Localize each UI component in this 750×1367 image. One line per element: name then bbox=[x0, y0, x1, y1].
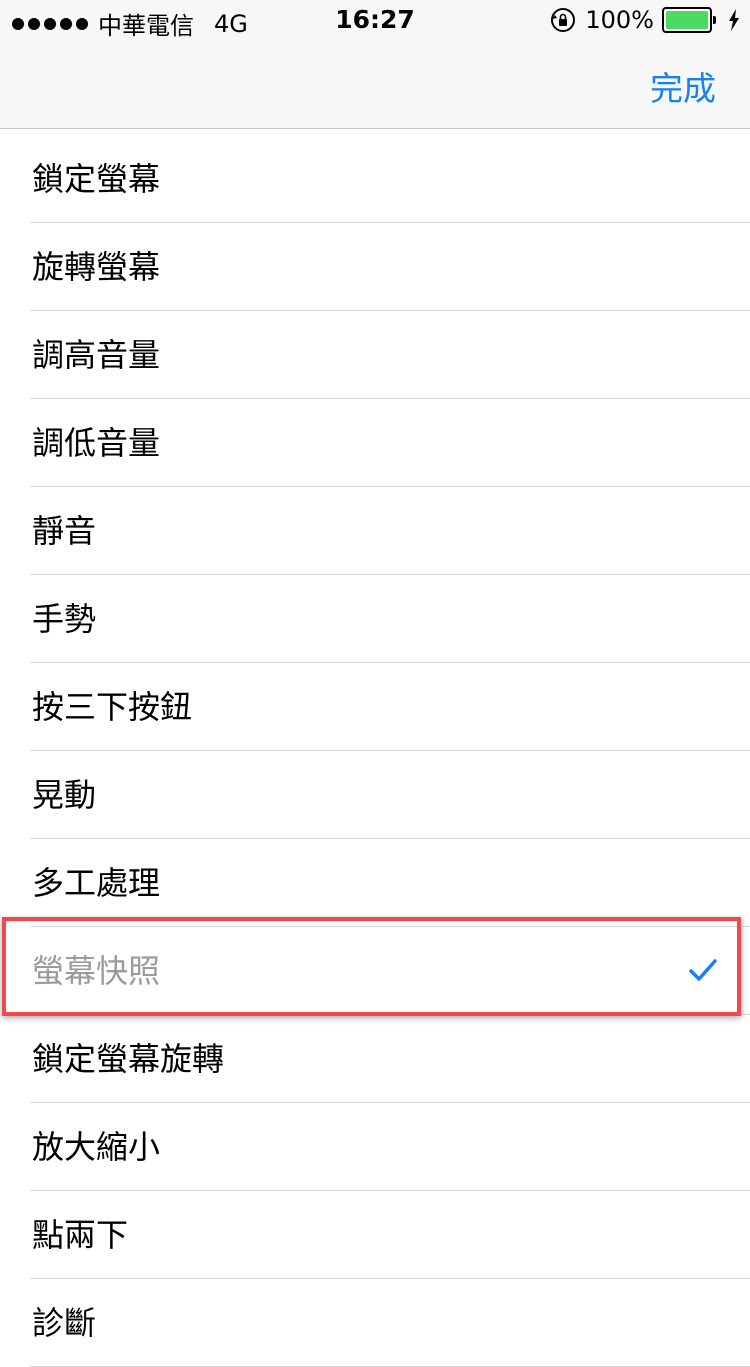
list-item[interactable]: 按三下按鈕 bbox=[0, 663, 750, 751]
list-item[interactable]: 多工處理 bbox=[0, 839, 750, 927]
list-item[interactable]: 點兩下 bbox=[0, 1191, 750, 1279]
list-item-label: 晃動 bbox=[32, 776, 97, 814]
checkmark-icon bbox=[689, 959, 717, 981]
list-item[interactable]: 診斷 bbox=[0, 1279, 750, 1367]
list-item[interactable]: 放大縮小 bbox=[0, 1103, 750, 1191]
list-item[interactable]: 旋轉螢幕 bbox=[0, 223, 750, 311]
navigation-bar: 完成 bbox=[0, 40, 750, 129]
list-item[interactable]: 鎖定螢幕旋轉 bbox=[0, 1015, 750, 1103]
list-item-label: 螢幕快照 bbox=[32, 952, 161, 990]
list-item-label: 鎖定螢幕 bbox=[32, 160, 161, 198]
list-item-label: 放大縮小 bbox=[32, 1128, 161, 1166]
action-list: 鎖定螢幕旋轉螢幕調高音量調低音量靜音手勢按三下按鈕晃動多工處理螢幕快照鎖定螢幕旋… bbox=[0, 135, 750, 1367]
list-item[interactable]: 螢幕快照 bbox=[0, 927, 750, 1015]
list-item-label: 手勢 bbox=[32, 600, 97, 638]
orientation-lock-icon bbox=[551, 8, 576, 32]
list-item-label: 旋轉螢幕 bbox=[32, 248, 161, 286]
battery-percent: 100% bbox=[585, 6, 654, 34]
list-item[interactable]: 鎖定螢幕 bbox=[0, 135, 750, 223]
list-item[interactable]: 調低音量 bbox=[0, 399, 750, 487]
list-item-label: 鎖定螢幕旋轉 bbox=[32, 1040, 225, 1078]
list-item-label: 按三下按鈕 bbox=[32, 688, 193, 726]
list-item-label: 點兩下 bbox=[32, 1216, 129, 1254]
list-item-label: 多工處理 bbox=[32, 864, 161, 902]
list-item[interactable]: 手勢 bbox=[0, 575, 750, 663]
charging-bolt-icon bbox=[729, 9, 739, 31]
done-button[interactable]: 完成 bbox=[650, 62, 716, 110]
list-item-label: 診斷 bbox=[32, 1304, 97, 1342]
list-item-label: 調低音量 bbox=[32, 424, 161, 462]
list-item-label: 調高音量 bbox=[32, 336, 161, 374]
list-item[interactable]: 晃動 bbox=[0, 751, 750, 839]
status-right: 100% bbox=[549, 6, 740, 34]
battery-icon bbox=[662, 7, 716, 33]
status-bar: 中華電信 4G 16:27 100% bbox=[0, 0, 750, 40]
list-item-label: 靜音 bbox=[32, 512, 97, 550]
list-item[interactable]: 調高音量 bbox=[0, 311, 750, 399]
list-item[interactable]: 靜音 bbox=[0, 487, 750, 575]
